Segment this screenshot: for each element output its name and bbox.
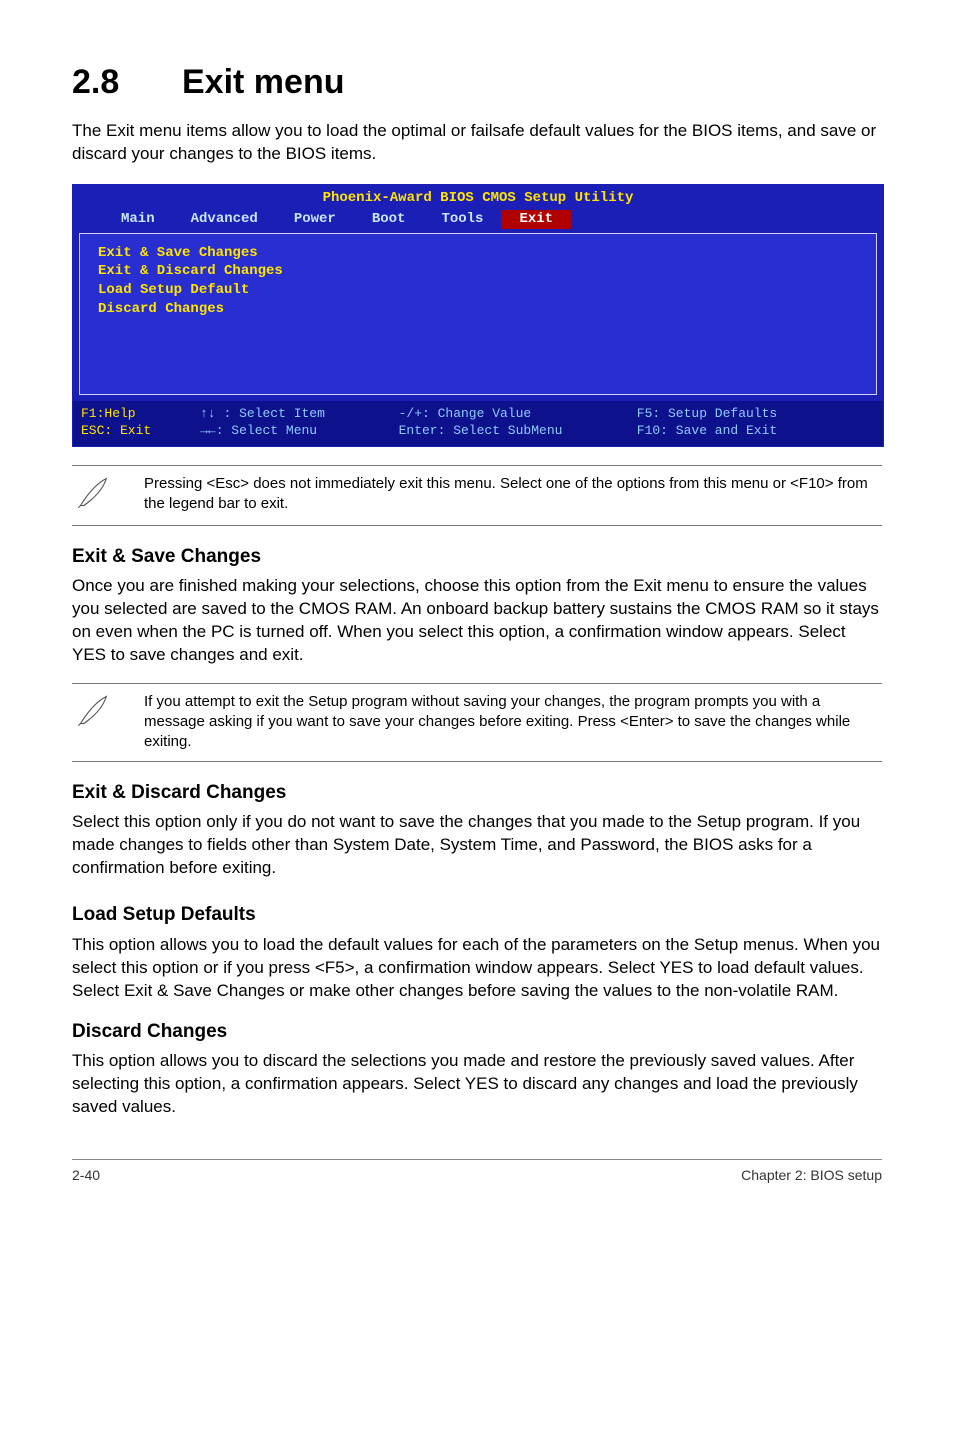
bios-screen: Phoenix-Award BIOS CMOS Setup Utility Ma…	[72, 184, 884, 447]
footer-right: Chapter 2: BIOS setup	[741, 1166, 882, 1185]
bios-tab-advanced: Advanced	[173, 210, 276, 229]
bios-tab-tools: Tools	[423, 210, 501, 229]
note-block-attempt: If you attempt to exit the Setup program…	[72, 683, 882, 762]
bios-f-selitem: ↑↓ : Select Item	[200, 406, 325, 421]
body-load-defaults: This option allows you to load the defau…	[72, 934, 882, 1003]
bios-tabs: Main Advanced Power Boot Tools Exit	[73, 210, 883, 233]
bios-tab-boot: Boot	[354, 210, 424, 229]
subhead-exit-discard: Exit & Discard Changes	[72, 780, 882, 806]
body-discard: This option allows you to discard the se…	[72, 1050, 882, 1119]
quill-icon	[72, 692, 116, 735]
body-exit-discard: Select this option only if you do not wa…	[72, 811, 882, 880]
bios-tab-main: Main	[103, 210, 173, 229]
bios-item: Exit & Discard Changes	[98, 262, 858, 281]
bios-f-change: -/+: Change Value	[399, 406, 532, 421]
bios-f-selmenu: →←: Select Menu	[200, 423, 317, 438]
bios-tab-exit: Exit	[501, 210, 571, 229]
note-block-esc: Pressing <Esc> does not immediately exit…	[72, 465, 882, 526]
bios-f-esc: ESC: Exit	[81, 423, 151, 438]
bios-f-help: F1:Help	[81, 406, 136, 421]
bios-body: Exit & Save Changes Exit & Discard Chang…	[79, 233, 877, 395]
section-heading: 2.8Exit menu	[72, 60, 882, 106]
bios-item: Discard Changes	[98, 300, 858, 319]
body-exit-save: Once you are finished making your select…	[72, 575, 882, 667]
subhead-discard: Discard Changes	[72, 1019, 882, 1045]
subhead-load-defaults: Load Setup Defaults	[72, 902, 882, 928]
subhead-exit-save: Exit & Save Changes	[72, 544, 882, 570]
bios-item: Exit & Save Changes	[98, 244, 858, 263]
bios-f-enter: Enter: Select SubMenu	[399, 423, 563, 438]
bios-title: Phoenix-Award BIOS CMOS Setup Utility	[73, 185, 883, 210]
note-text: If you attempt to exit the Setup program…	[144, 692, 882, 753]
section-title: Exit menu	[182, 63, 344, 101]
intro-paragraph: The Exit menu items allow you to load th…	[72, 120, 882, 166]
bios-f-defaults: F5: Setup Defaults	[637, 406, 777, 421]
bios-footer: F1:Help ↑↓ : Select Item -/+: Change Val…	[73, 401, 883, 446]
section-number: 2.8	[72, 60, 182, 106]
bios-f-saveexit: F10: Save and Exit	[637, 423, 777, 438]
bios-tab-power: Power	[276, 210, 354, 229]
page-footer: 2-40 Chapter 2: BIOS setup	[72, 1159, 882, 1185]
quill-icon	[72, 474, 116, 517]
note-text: Pressing <Esc> does not immediately exit…	[144, 474, 882, 515]
footer-left: 2-40	[72, 1166, 100, 1185]
bios-item: Load Setup Default	[98, 281, 858, 300]
